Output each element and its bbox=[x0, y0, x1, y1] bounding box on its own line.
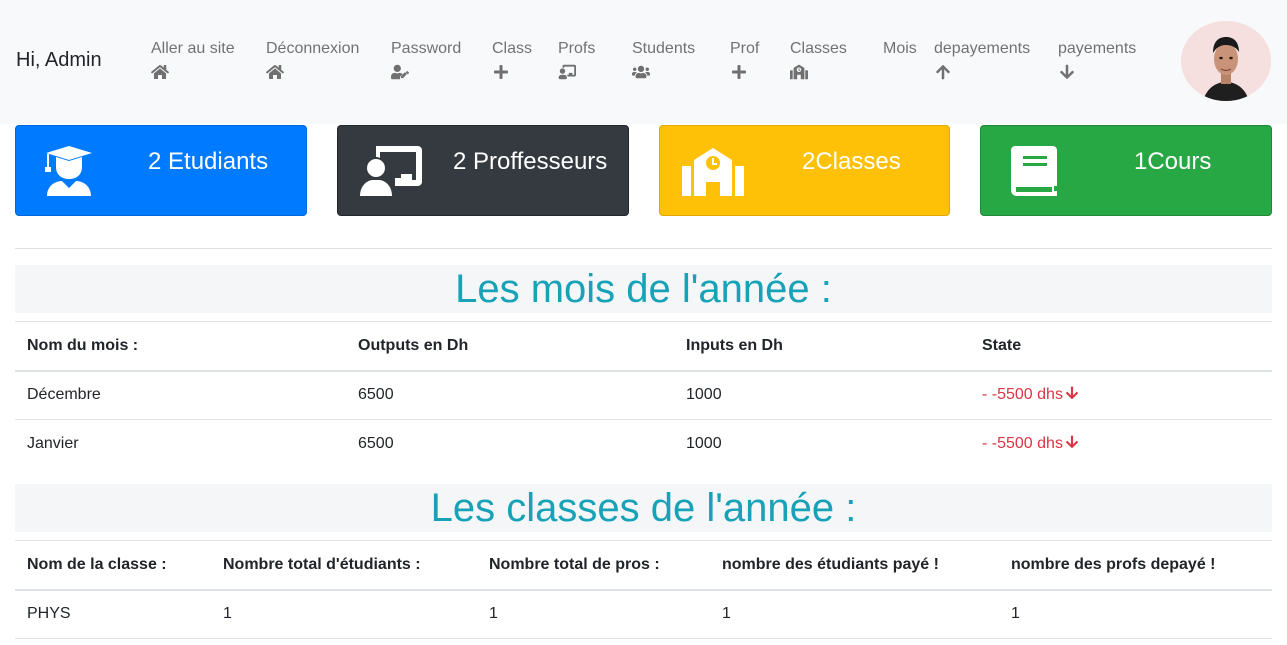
nav-item-label: Classes bbox=[790, 40, 847, 57]
courses-count: 1Cours bbox=[1134, 148, 1212, 175]
nav-item-prof[interactable]: Prof bbox=[730, 40, 759, 80]
user-edit-icon bbox=[391, 64, 409, 80]
months-header-inputs: Inputs en Dh bbox=[686, 337, 783, 354]
nav-item-deconnexion[interactable]: Déconnexion bbox=[266, 40, 359, 80]
book-icon bbox=[1011, 146, 1057, 196]
chalkboard-teacher-icon bbox=[558, 64, 576, 80]
school-icon bbox=[790, 64, 808, 80]
arrow-down-icon bbox=[1065, 386, 1078, 400]
class-paid-teachers: 1 bbox=[1011, 605, 1020, 622]
nav-item-class[interactable]: Class bbox=[492, 40, 532, 80]
month-state-value: - -5500 dhs bbox=[982, 386, 1063, 403]
classes-count: 2Classes bbox=[802, 148, 901, 175]
class-paid-students: 1 bbox=[722, 605, 731, 622]
nav-item-depayements[interactable]: depayements bbox=[934, 40, 1030, 80]
nav-item-label: Aller au site bbox=[151, 40, 235, 57]
classes-header-paid-teachers: nombre des profs depayé ! bbox=[1011, 556, 1216, 573]
month-outputs: 6500 bbox=[358, 386, 394, 403]
users-icon bbox=[632, 64, 650, 80]
home-icon bbox=[266, 64, 284, 80]
chalkboard-teacher-icon bbox=[360, 146, 422, 196]
divider bbox=[15, 248, 1272, 249]
month-state: - -5500 dhs bbox=[982, 386, 1079, 404]
table-header-border bbox=[15, 370, 1272, 372]
nav-item-students[interactable]: Students bbox=[632, 40, 695, 80]
nav-item-password[interactable]: Password bbox=[391, 40, 461, 80]
courses-card[interactable]: 1Cours bbox=[980, 125, 1272, 216]
months-section-title: Les mois de l'année : bbox=[15, 265, 1272, 313]
table-border bbox=[15, 540, 1272, 541]
month-name: Décembre bbox=[27, 386, 101, 403]
class-name: PHYS bbox=[27, 605, 71, 622]
classes-header-teachers: Nombre total de pros : bbox=[489, 556, 660, 573]
month-outputs: 6500 bbox=[358, 435, 394, 452]
classes-header-students: Nombre total d'étudiants : bbox=[223, 556, 421, 573]
table-header-border bbox=[15, 589, 1272, 591]
month-inputs: 1000 bbox=[686, 386, 722, 403]
nav-item-label: depayements bbox=[934, 40, 1031, 57]
nav-item-label: payements bbox=[1058, 40, 1137, 57]
students-count: 2 Etudiants bbox=[148, 148, 269, 175]
nav-item-classes[interactable]: Classes bbox=[790, 40, 847, 80]
months-header-outputs: Outputs en Dh bbox=[358, 337, 469, 354]
nav-item-label: Password bbox=[391, 40, 462, 57]
navbar-brand[interactable]: Hi, Admin bbox=[16, 49, 102, 72]
months-header-name: Nom du mois : bbox=[27, 337, 139, 354]
avatar[interactable] bbox=[1181, 21, 1271, 101]
classes-header-paid-students: nombre des étudiants payé ! bbox=[722, 556, 939, 573]
months-header-state: State bbox=[982, 337, 1022, 354]
table-border bbox=[15, 321, 1272, 322]
classes-section-title: Les classes de l'année : bbox=[15, 484, 1272, 532]
class-teachers-total: 1 bbox=[489, 605, 498, 622]
table-row-border bbox=[15, 419, 1272, 420]
arrow-down-icon bbox=[1058, 64, 1076, 80]
nav-item-label: Profs bbox=[558, 40, 596, 57]
month-state: - -5500 dhs bbox=[982, 435, 1079, 453]
plus-icon bbox=[730, 64, 748, 80]
nav-item-label: Mois bbox=[883, 40, 917, 57]
plus-icon bbox=[492, 64, 510, 80]
nav-item-profs[interactable]: Profs bbox=[558, 40, 595, 80]
classes-header-name: Nom de la classe : bbox=[27, 556, 167, 573]
month-name: Janvier bbox=[27, 435, 79, 452]
teachers-card[interactable]: 2 Proffesseurs bbox=[337, 125, 629, 216]
school-icon bbox=[682, 146, 744, 196]
nav-item-label: Students bbox=[632, 40, 696, 57]
table-row-border bbox=[15, 638, 1272, 639]
class-students-total: 1 bbox=[223, 605, 232, 622]
nav-item-label: Class bbox=[492, 40, 533, 57]
students-card[interactable]: 2 Etudiants bbox=[15, 125, 307, 216]
classes-card[interactable]: 2Classes bbox=[659, 125, 950, 216]
home-icon bbox=[151, 64, 169, 80]
arrow-down-icon bbox=[1065, 435, 1078, 449]
navbar: Hi, Admin Aller au site Déconnexion Pass… bbox=[0, 0, 1287, 124]
nav-item-label: Déconnexion bbox=[266, 40, 360, 57]
nav-item-payements[interactable]: payements bbox=[1058, 40, 1136, 80]
teachers-count: 2 Proffesseurs bbox=[453, 148, 608, 175]
month-state-value: - -5500 dhs bbox=[982, 435, 1063, 452]
arrow-up-icon bbox=[934, 64, 952, 80]
graduate-icon bbox=[38, 146, 100, 196]
nav-item-label: Prof bbox=[730, 40, 760, 57]
nav-item-mois[interactable]: Mois bbox=[883, 40, 917, 58]
month-inputs: 1000 bbox=[686, 435, 722, 452]
nav-item-aller-au-site[interactable]: Aller au site bbox=[151, 40, 235, 80]
